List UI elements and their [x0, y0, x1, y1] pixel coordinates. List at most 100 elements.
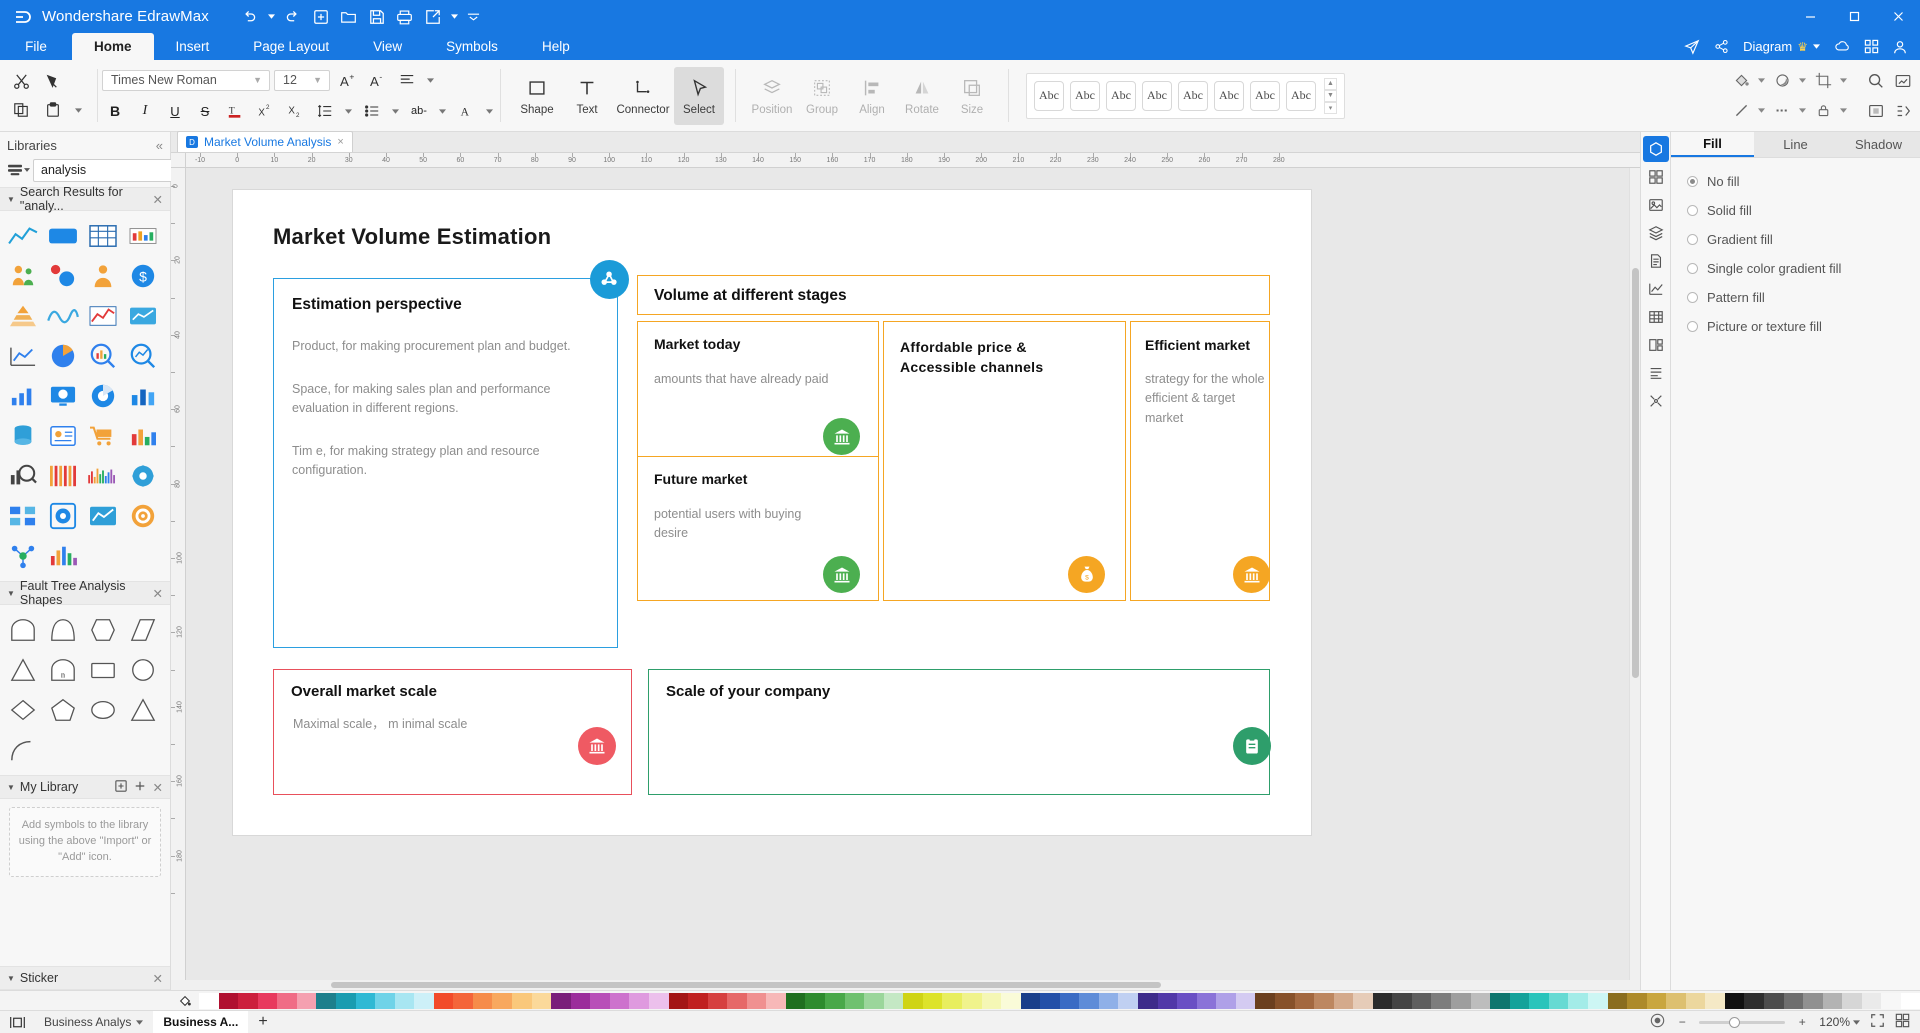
color-swatch[interactable] — [492, 992, 512, 1009]
select-tool-button[interactable]: Select — [674, 66, 724, 125]
shape-dollar-circle[interactable]: $ — [123, 256, 163, 296]
style-scroll-up-button[interactable]: ▲ — [1324, 77, 1337, 90]
vertical-ruler[interactable]: 0 20 40 60 80 100 120 140 160 180 — [171, 168, 186, 980]
shape-ft-trapezoid[interactable] — [123, 610, 163, 650]
tab-shadow[interactable]: Shadow — [1837, 132, 1920, 157]
copy-icon[interactable] — [8, 97, 34, 123]
style-preset-2[interactable]: Abc — [1070, 80, 1100, 111]
add-page-button[interactable]: + — [248, 1011, 277, 1033]
save-icon[interactable] — [364, 4, 390, 30]
color-swatch[interactable] — [883, 992, 904, 1009]
color-swatch[interactable] — [1470, 992, 1491, 1009]
color-swatch[interactable] — [1255, 992, 1275, 1009]
cut-icon[interactable] — [8, 68, 34, 94]
menu-item-help[interactable]: Help — [520, 33, 592, 60]
menu-item-symbols[interactable]: Symbols — [424, 33, 520, 60]
page-icon[interactable] — [1643, 248, 1669, 274]
fill-option-single-color-gradient[interactable]: Single color gradient fill — [1671, 254, 1920, 283]
new-icon[interactable] — [308, 4, 334, 30]
italic-button[interactable]: I — [132, 98, 158, 124]
undo-caret-icon[interactable] — [265, 4, 278, 30]
color-swatch[interactable] — [296, 992, 317, 1009]
export-caret-icon[interactable] — [448, 4, 461, 30]
market-today-badge[interactable] — [823, 418, 860, 455]
fill-option-gradient-fill[interactable]: Gradient fill — [1671, 225, 1920, 254]
bullets-caret-icon[interactable] — [389, 98, 402, 124]
color-swatch[interactable] — [746, 992, 767, 1009]
record-icon[interactable] — [1650, 1013, 1665, 1031]
shape-ft-hexagon[interactable] — [83, 610, 123, 650]
color-swatch[interactable] — [805, 992, 825, 1009]
shape-person[interactable] — [83, 256, 123, 296]
maximize-button[interactable] — [1832, 0, 1876, 33]
shape-ft-pentagon[interactable] — [43, 690, 83, 730]
style-preset-6[interactable]: Abc — [1214, 80, 1244, 111]
color-swatch[interactable] — [961, 992, 982, 1009]
shape-bar-multi[interactable] — [123, 416, 163, 456]
tab-fill[interactable]: Fill — [1671, 132, 1754, 157]
color-swatch[interactable] — [1177, 992, 1197, 1009]
font-family-select[interactable]: Times New Roman ▼ — [102, 69, 270, 91]
decrease-font-size-icon[interactable]: A- — [364, 67, 390, 93]
color-swatch[interactable] — [1724, 992, 1745, 1009]
shape-network-nodes[interactable] — [3, 536, 43, 576]
estimation-perspective-badge[interactable] — [590, 260, 629, 299]
crop-icon[interactable] — [1810, 68, 1836, 94]
zoom-in-button[interactable]: + — [1795, 1015, 1809, 1029]
color-swatch[interactable] — [1138, 992, 1158, 1009]
color-swatch[interactable] — [277, 992, 297, 1009]
shape-people[interactable] — [3, 256, 43, 296]
color-swatch[interactable] — [922, 992, 943, 1009]
color-swatch[interactable] — [1157, 992, 1178, 1009]
scale-of-company-badge[interactable] — [1233, 727, 1271, 765]
page-selector[interactable]: Business Analys — [34, 1011, 153, 1033]
color-swatch[interactable] — [375, 992, 395, 1009]
layers-pane-icon[interactable] — [1643, 220, 1669, 246]
print-icon[interactable] — [392, 4, 418, 30]
color-swatch[interactable] — [707, 992, 728, 1009]
connector-tool-button[interactable]: Connector — [612, 67, 674, 125]
text-tool-button[interactable]: Text — [562, 67, 612, 125]
lock-icon[interactable] — [1810, 98, 1836, 124]
color-swatch[interactable] — [531, 992, 552, 1009]
shape-pie-chart[interactable] — [43, 336, 83, 376]
color-swatch[interactable] — [1098, 992, 1119, 1009]
diagram-mode-selector[interactable]: Diagram ♛ — [1738, 39, 1825, 54]
cloud-icon[interactable] — [1830, 36, 1854, 58]
color-swatch[interactable] — [570, 992, 591, 1009]
color-swatch[interactable] — [1392, 992, 1412, 1009]
style-pane-icon[interactable] — [1642, 136, 1669, 162]
radio-picture-texture[interactable] — [1687, 321, 1698, 332]
font-case-caret-icon[interactable] — [483, 98, 496, 124]
color-swatch[interactable] — [1842, 992, 1862, 1009]
color-swatch[interactable] — [1431, 992, 1451, 1009]
color-swatch[interactable] — [1764, 992, 1784, 1009]
section-sticker[interactable]: ▼ Sticker ✕ — [0, 966, 170, 990]
color-swatch[interactable] — [648, 992, 669, 1009]
shape-database[interactable] — [3, 416, 43, 456]
horizontal-ruler[interactable]: -10 0 10 20 30 40 50 60 70 80 90 100 110 120 130 140 150… — [186, 153, 1640, 168]
style-preset-1[interactable]: Abc — [1034, 80, 1064, 111]
bold-button[interactable]: B — [102, 98, 128, 124]
shape-location-pin[interactable] — [43, 496, 83, 536]
radio-pattern-fill[interactable] — [1687, 292, 1698, 303]
shape-ft-or-gate[interactable] — [43, 610, 83, 650]
table-icon[interactable] — [1643, 304, 1669, 330]
section-fault-tree-close-icon[interactable]: ✕ — [153, 586, 163, 601]
color-swatch[interactable] — [1059, 992, 1080, 1009]
section-fault-tree-shapes[interactable]: ▼ Fault Tree Analysis Shapes ✕ — [0, 579, 170, 607]
chart-icon[interactable] — [1643, 276, 1669, 302]
color-swatch[interactable] — [1451, 992, 1471, 1009]
color-swatch[interactable] — [1294, 992, 1315, 1009]
my-library-import-icon[interactable] — [114, 779, 127, 795]
color-swatch[interactable] — [1900, 992, 1920, 1009]
color-swatch[interactable] — [316, 992, 336, 1009]
volume-stages-header-card[interactable]: Volume at different stages — [637, 275, 1270, 315]
style-preset-7[interactable]: Abc — [1250, 80, 1280, 111]
shape-ft-ellipse[interactable] — [83, 690, 123, 730]
menu-item-insert[interactable]: Insert — [154, 33, 232, 60]
color-swatch[interactable] — [1861, 992, 1882, 1009]
fill-color-icon[interactable] — [171, 994, 199, 1008]
crop-caret-icon[interactable] — [1837, 68, 1850, 94]
radio-gradient-fill[interactable] — [1687, 234, 1698, 245]
